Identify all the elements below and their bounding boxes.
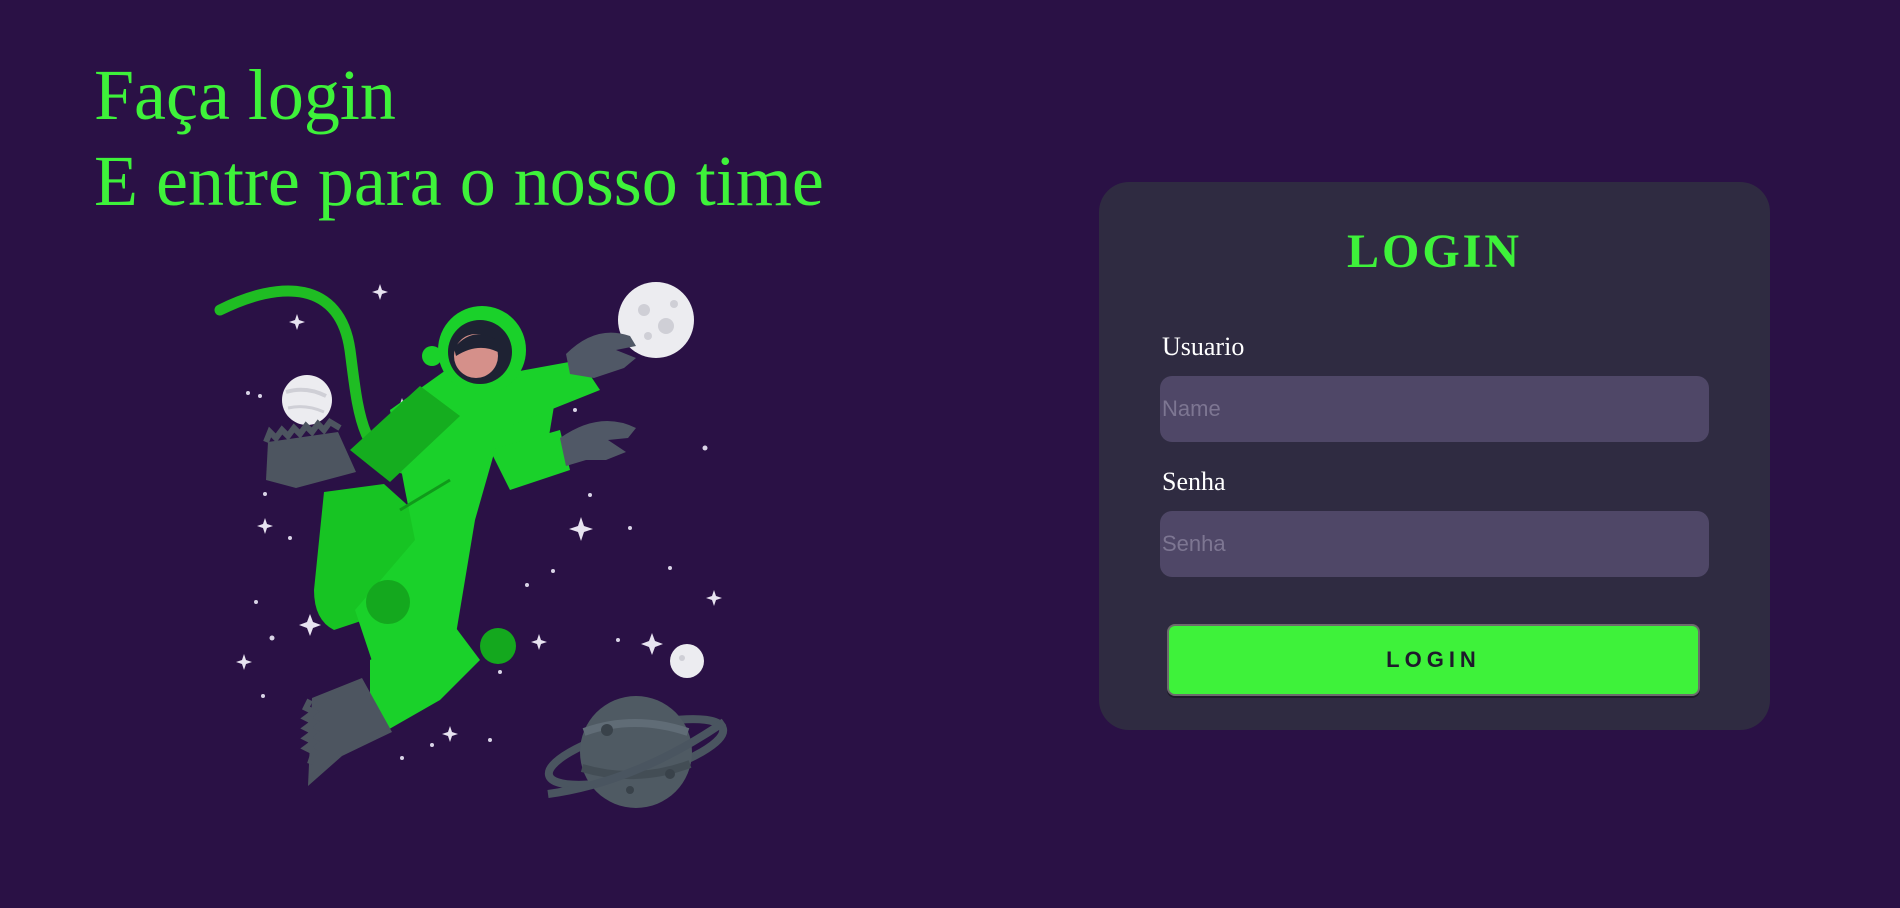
hero-line-2: E entre para o nosso time bbox=[94, 141, 824, 221]
moon-tiny-icon bbox=[670, 644, 704, 678]
username-label: Usuario bbox=[1162, 332, 1245, 361]
astronaut-illustration bbox=[214, 282, 728, 808]
astronaut-figure bbox=[263, 306, 636, 786]
username-input[interactable] bbox=[1160, 376, 1709, 442]
password-input[interactable] bbox=[1160, 511, 1709, 577]
hero-heading: Faça login E entre para o nosso time bbox=[94, 52, 824, 224]
login-button[interactable]: LOGIN bbox=[1167, 624, 1700, 696]
login-card: LOGIN Usuario Senha LOGIN bbox=[1099, 182, 1770, 730]
moon-small-left-icon bbox=[282, 375, 332, 425]
saturn-planet-icon bbox=[544, 696, 728, 808]
hero-line-1: Faça login bbox=[94, 55, 396, 135]
login-title: LOGIN bbox=[1346, 225, 1523, 278]
password-label: Senha bbox=[1162, 467, 1226, 496]
